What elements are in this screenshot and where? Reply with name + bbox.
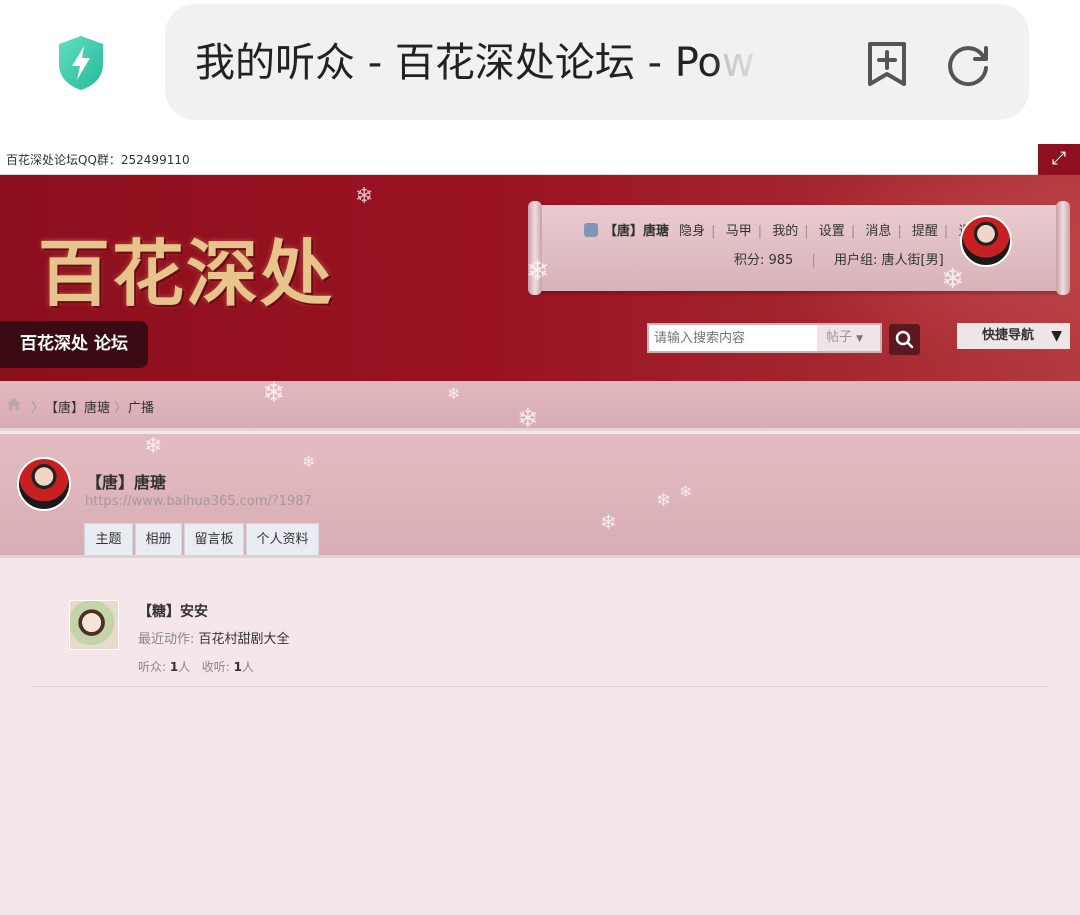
forum-tab[interactable]: 百花深处 论坛: [0, 321, 148, 368]
search-type-select[interactable]: 帖子 ▼: [817, 325, 880, 351]
snowflake-icon: ❄: [656, 490, 672, 511]
add-bookmark-icon[interactable]: [865, 40, 909, 88]
listener-counts: 听众: 1人 收听: 1人: [138, 660, 254, 674]
search-button[interactable]: [889, 324, 920, 355]
user-stats: 积分: 985 | 用户组: 唐人街[男]: [734, 253, 944, 268]
username-link[interactable]: 【唐】唐瑭: [604, 224, 669, 239]
snowflake-icon: ❄: [679, 482, 693, 501]
qq-group-text: 百花深处论坛QQ群：252499110: [6, 153, 190, 167]
caret-down-icon: ▼: [1051, 328, 1062, 344]
invisible-link[interactable]: 隐身: [679, 224, 705, 239]
snowflake-icon: ❄: [600, 510, 617, 534]
listener-recent-action: 最近动作: 百花村甜剧大全: [138, 632, 290, 647]
breadcrumb: 〉 【唐】唐瑭 〉 广播: [0, 381, 1080, 431]
user-icon: [584, 223, 598, 237]
browser-bar: 我的听众 - 百花深处论坛 - Pow: [0, 0, 1080, 144]
divider: [32, 686, 1048, 687]
snowflake-icon: ❄: [355, 184, 374, 209]
snowflake-icon: ❄: [447, 384, 461, 403]
breadcrumb-user[interactable]: 【唐】唐瑭: [45, 397, 110, 416]
listener-avatar[interactable]: [69, 600, 119, 650]
quick-nav-button[interactable]: 快捷导航 ▼: [957, 323, 1070, 349]
search-icon: [895, 330, 914, 349]
search-input[interactable]: [649, 325, 817, 351]
tab-profile[interactable]: 个人资料: [246, 523, 319, 556]
my-link[interactable]: 我的: [772, 224, 798, 239]
tab-album[interactable]: 相册: [135, 523, 182, 556]
profile-url[interactable]: https://www.baihua365.com/?1987: [85, 494, 312, 509]
shield-icon[interactable]: [55, 34, 107, 92]
qq-bar: 百花深处论坛QQ群：252499110 ⤢: [0, 144, 1080, 175]
page-title: 我的听众 - 百花深处论坛 - Pow: [195, 40, 755, 86]
snowflake-icon: ❄: [517, 404, 539, 434]
alt-account-link[interactable]: 马甲: [726, 224, 752, 239]
settings-link[interactable]: 设置: [819, 224, 845, 239]
address-bar[interactable]: 我的听众 - 百花深处论坛 - Pow: [165, 4, 1029, 120]
snowflake-icon: ❄: [941, 262, 965, 295]
title-fade: [710, 38, 790, 88]
messages-link[interactable]: 消息: [865, 224, 891, 239]
site-logo[interactable]: 百花深处: [38, 215, 334, 320]
reload-icon[interactable]: [945, 42, 991, 88]
snowflake-icon: ❄: [262, 376, 286, 409]
home-icon[interactable]: [7, 398, 21, 410]
notifications-link[interactable]: 提醒: [912, 224, 938, 239]
scroll-rod-right: [1056, 201, 1070, 295]
listener-list: 【糖】安安 最近动作: 百花村甜剧大全 听众: 1人 收听: 1人: [0, 558, 1080, 915]
profile-name: 【唐】唐瑭: [86, 473, 167, 492]
snowflake-icon: ❄: [302, 452, 316, 471]
user-links: 【唐】唐瑭 隐身| 马甲| 我的| 设置| 消息| 提醒| 退出: [584, 220, 990, 239]
breadcrumb-separator: 〉: [31, 401, 45, 416]
points-link[interactable]: 积分: 985: [734, 253, 793, 268]
profile-avatar[interactable]: [17, 457, 71, 511]
tab-threads[interactable]: 主题: [84, 523, 133, 556]
expand-icon[interactable]: ⤢: [1038, 144, 1080, 175]
recent-action-link[interactable]: 百花村甜剧大全: [199, 632, 290, 647]
user-group-link[interactable]: 用户组: 唐人街[男]: [834, 253, 944, 268]
tab-guestbook[interactable]: 留言板: [184, 523, 244, 556]
snowflake-icon: ❄: [526, 254, 550, 287]
breadcrumb-separator: 〉: [114, 401, 128, 416]
search-box: 帖子 ▼: [647, 323, 882, 353]
snowflake-icon: ❄: [144, 434, 163, 459]
breadcrumb-broadcast[interactable]: 广播: [128, 397, 154, 416]
page: 百花深处论坛QQ群：252499110 ⤢ 百花深处 【唐】唐瑭 隐身 | 马甲 |…: [0, 144, 1080, 915]
avatar[interactable]: [960, 215, 1012, 267]
listener-name[interactable]: 【糖】安安: [138, 601, 208, 621]
